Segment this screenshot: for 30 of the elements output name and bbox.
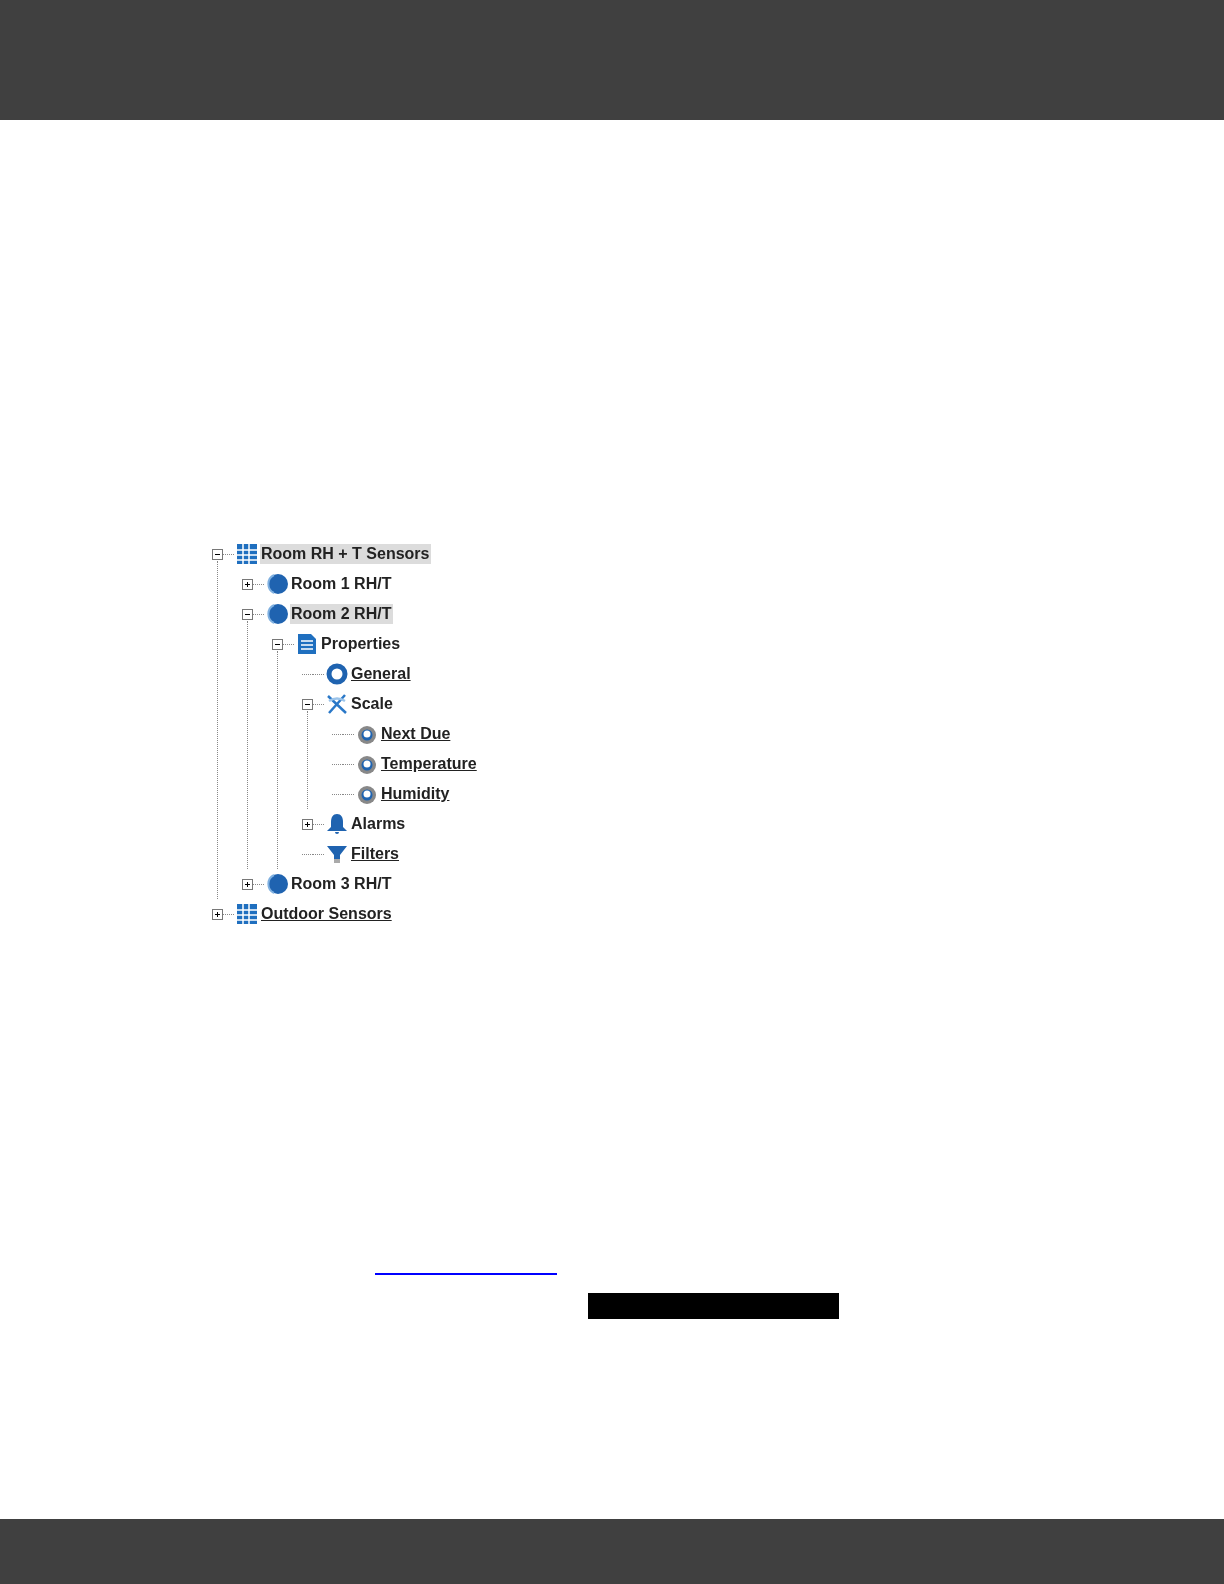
tree-link[interactable]: Outdoor Sensors bbox=[260, 904, 394, 924]
tree-label[interactable]: Room 3 RH/T bbox=[290, 874, 394, 894]
sensor-icon bbox=[265, 872, 289, 896]
tree-link[interactable]: Temperature bbox=[380, 754, 479, 774]
sensor-icon bbox=[265, 572, 289, 596]
tree-link[interactable]: General bbox=[350, 664, 413, 684]
expand-toggle[interactable] bbox=[302, 818, 313, 830]
expand-toggle[interactable] bbox=[212, 908, 223, 920]
ring-icon bbox=[325, 662, 349, 686]
tree-link[interactable]: Humidity bbox=[380, 784, 452, 804]
collapse-toggle[interactable] bbox=[302, 698, 313, 710]
tree-label[interactable]: Properties bbox=[320, 634, 403, 654]
tree-label[interactable]: Alarms bbox=[350, 814, 408, 834]
tree-label[interactable]: Room 1 RH/T bbox=[290, 574, 394, 594]
expand-toggle[interactable] bbox=[242, 878, 253, 890]
tree-label[interactable]: Scale bbox=[350, 694, 395, 714]
expand-toggle[interactable] bbox=[242, 578, 253, 590]
tree-label[interactable]: Room RH + T Sensors bbox=[260, 544, 432, 564]
document-icon bbox=[295, 632, 319, 656]
grid-icon bbox=[235, 542, 259, 566]
tree-label[interactable]: Room 2 RH/T bbox=[290, 604, 394, 624]
tree-link[interactable]: Filters bbox=[350, 844, 401, 864]
collapse-toggle[interactable] bbox=[212, 548, 223, 560]
scale-icon bbox=[325, 692, 349, 716]
sensor-icon bbox=[265, 602, 289, 626]
collapse-toggle[interactable] bbox=[242, 608, 253, 620]
bell-icon bbox=[325, 812, 349, 836]
collapse-toggle[interactable] bbox=[272, 638, 283, 650]
tree-link[interactable]: Next Due bbox=[380, 724, 453, 744]
grid-icon bbox=[235, 902, 259, 926]
